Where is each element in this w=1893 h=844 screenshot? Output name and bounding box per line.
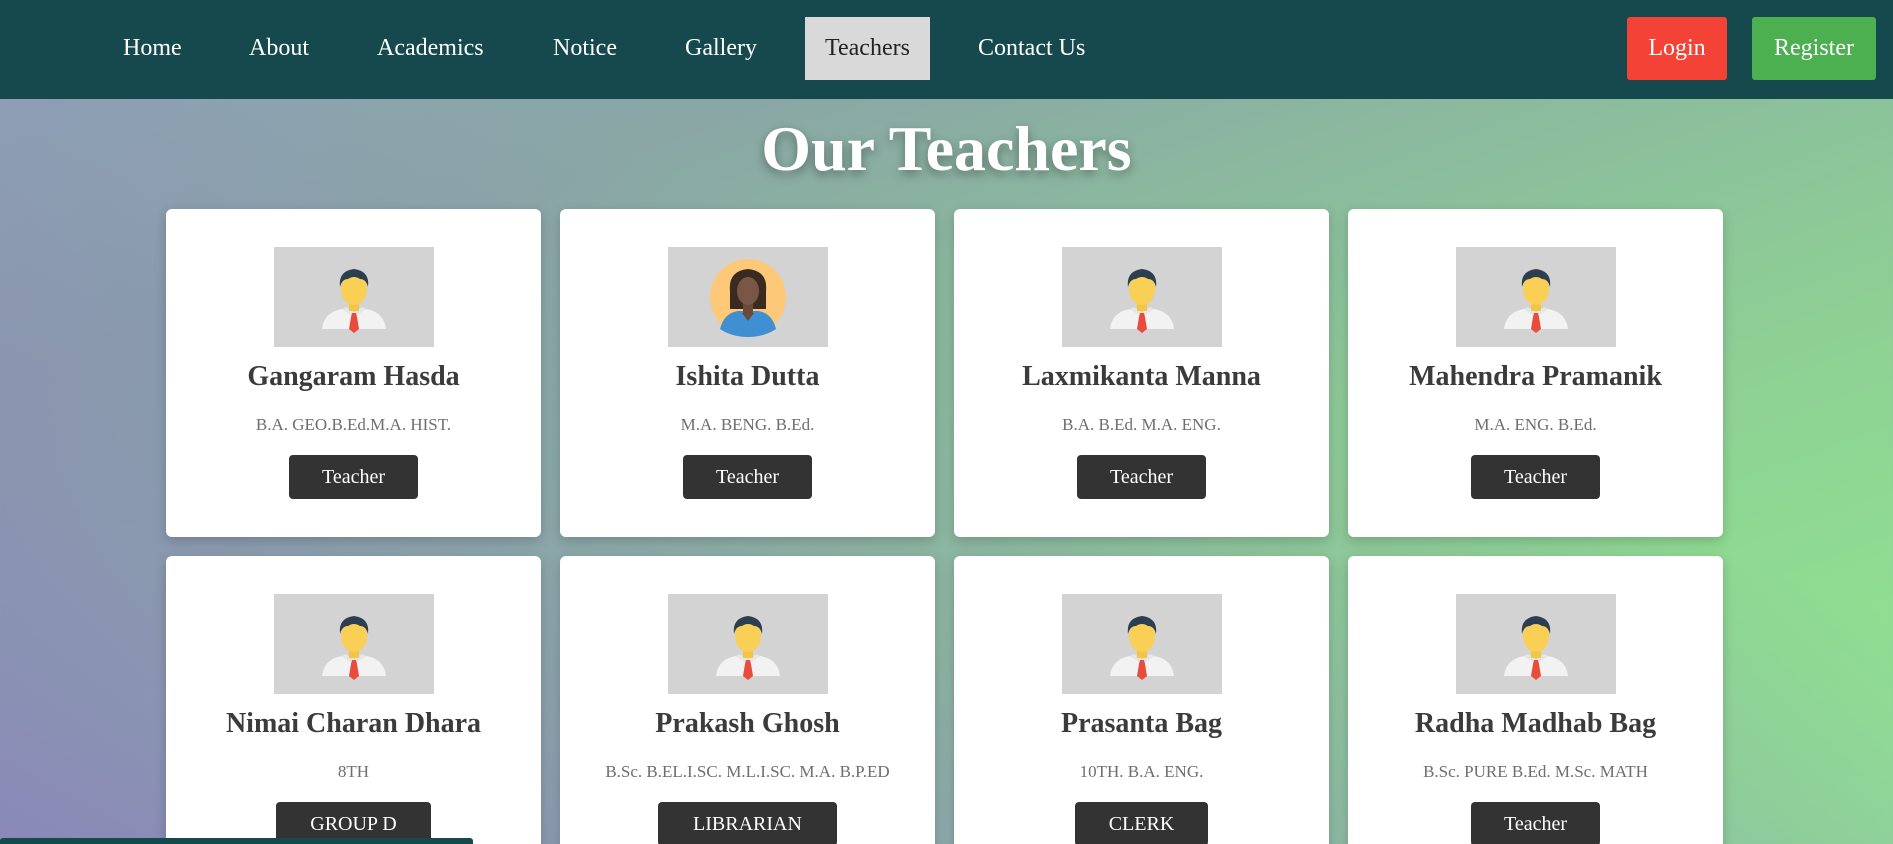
role-button[interactable]: LIBRARIAN bbox=[658, 802, 837, 844]
role-button[interactable]: Teacher bbox=[683, 455, 812, 499]
teacher-qualification: B.Sc. PURE B.Ed. M.Sc. MATH bbox=[1423, 762, 1648, 781]
female-avatar-icon bbox=[668, 247, 828, 347]
teacher-qualification: B.A. GEO.B.Ed.M.A. HIST. bbox=[255, 415, 452, 434]
teacher-qualification: B.A. B.Ed. M.A. ENG. bbox=[1062, 415, 1221, 434]
teacher-qualification: M.A. BENG. B.Ed. bbox=[680, 415, 815, 434]
top-navbar: Home About Academics Notice Gallery Teac… bbox=[0, 0, 1893, 99]
login-button[interactable]: Login bbox=[1627, 17, 1727, 80]
teacher-name: Radha Madhab Bag bbox=[1414, 708, 1657, 739]
male-avatar-icon bbox=[1456, 594, 1616, 694]
teacher-name: Ishita Dutta bbox=[675, 361, 820, 392]
bottom-overlay-bar bbox=[0, 838, 473, 844]
teacher-card: Mahendra Pramanik M.A. ENG. B.Ed. Teache… bbox=[1348, 209, 1723, 537]
nav-notice[interactable]: Notice bbox=[533, 17, 637, 80]
teacher-name: Prakash Ghosh bbox=[655, 708, 840, 739]
nav-teachers[interactable]: Teachers bbox=[805, 17, 930, 80]
teacher-card: Nimai Charan Dhara 8TH GROUP D bbox=[166, 556, 541, 844]
role-button[interactable]: Teacher bbox=[1471, 455, 1600, 499]
teacher-card: Prakash Ghosh B.Sc. B.EL.I.SC. M.L.I.SC.… bbox=[560, 556, 935, 844]
teacher-qualification: 8TH bbox=[337, 762, 370, 781]
nav-gallery[interactable]: Gallery bbox=[665, 17, 777, 80]
role-button[interactable]: CLERK bbox=[1075, 802, 1208, 844]
nav-home[interactable]: Home bbox=[103, 17, 202, 80]
teacher-card: Radha Madhab Bag B.Sc. PURE B.Ed. M.Sc. … bbox=[1348, 556, 1723, 844]
teacher-card: Laxmikanta Manna B.A. B.Ed. M.A. ENG. Te… bbox=[954, 209, 1329, 537]
teacher-name: Laxmikanta Manna bbox=[1022, 361, 1261, 392]
register-button[interactable]: Register bbox=[1752, 17, 1876, 80]
male-avatar-icon bbox=[668, 594, 828, 694]
teacher-card: Gangaram Hasda B.A. GEO.B.Ed.M.A. HIST. … bbox=[166, 209, 541, 537]
nav-about[interactable]: About bbox=[229, 17, 329, 80]
teacher-name: Nimai Charan Dhara bbox=[225, 708, 482, 739]
teacher-qualification: M.A. ENG. B.Ed. bbox=[1474, 415, 1597, 434]
role-button[interactable]: Teacher bbox=[289, 455, 418, 499]
male-avatar-icon bbox=[1062, 247, 1222, 347]
nav-academics[interactable]: Academics bbox=[357, 17, 504, 80]
teacher-card: Prasanta Bag 10TH. B.A. ENG. CLERK bbox=[954, 556, 1329, 844]
male-avatar-icon bbox=[274, 247, 434, 347]
nav-contact-us[interactable]: Contact Us bbox=[958, 17, 1105, 80]
role-button[interactable]: Teacher bbox=[1471, 802, 1600, 844]
male-avatar-icon bbox=[1456, 247, 1616, 347]
teacher-name: Mahendra Pramanik bbox=[1409, 361, 1662, 392]
teacher-name: Prasanta Bag bbox=[1061, 708, 1222, 739]
teacher-card: Ishita Dutta M.A. BENG. B.Ed. Teacher bbox=[560, 209, 935, 537]
male-avatar-icon bbox=[274, 594, 434, 694]
male-avatar-icon bbox=[1062, 594, 1222, 694]
role-button[interactable]: Teacher bbox=[1077, 455, 1206, 499]
teacher-qualification: 10TH. B.A. ENG. bbox=[1079, 762, 1204, 781]
teacher-qualification: B.Sc. B.EL.I.SC. M.L.I.SC. M.A. B.P.ED bbox=[605, 762, 890, 781]
page-title: Our Teachers bbox=[761, 113, 1132, 184]
teacher-name: Gangaram Hasda bbox=[247, 361, 460, 392]
